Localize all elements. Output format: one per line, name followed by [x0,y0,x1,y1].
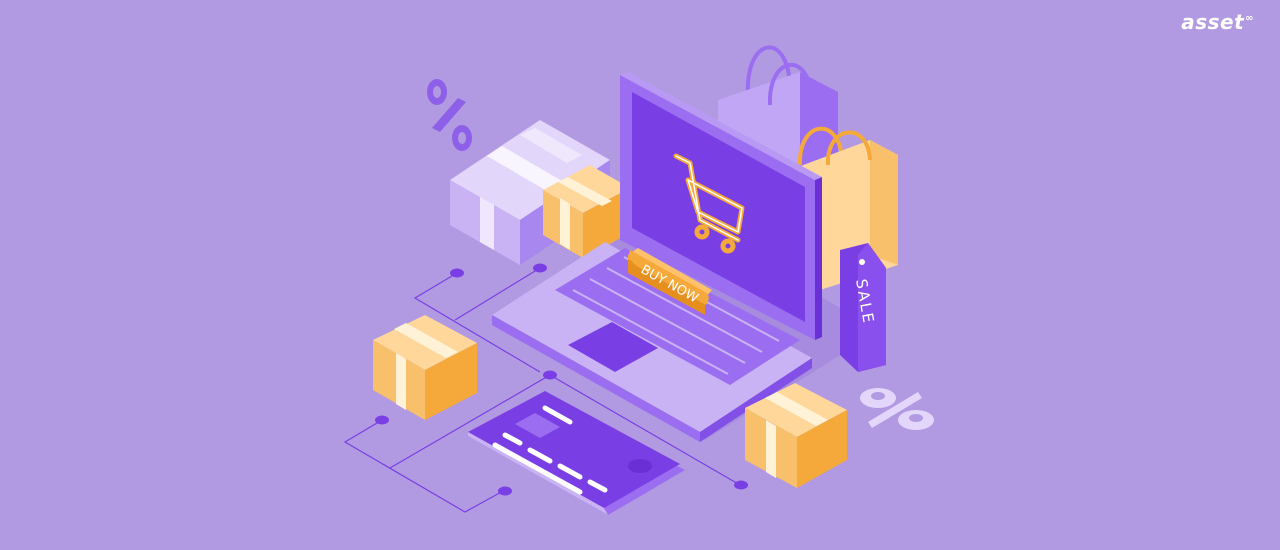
illustration-canvas: BUY NOW SALE [343,45,934,515]
percent-symbol-left [427,79,472,151]
percent-symbol-right [860,388,934,430]
ecommerce-illustration: asset∞ BUY NOW SALE [0,0,1280,550]
sale-tag: SALE [840,243,886,372]
gift-box-orange-left [373,315,477,420]
card-logo-dot [628,459,652,473]
